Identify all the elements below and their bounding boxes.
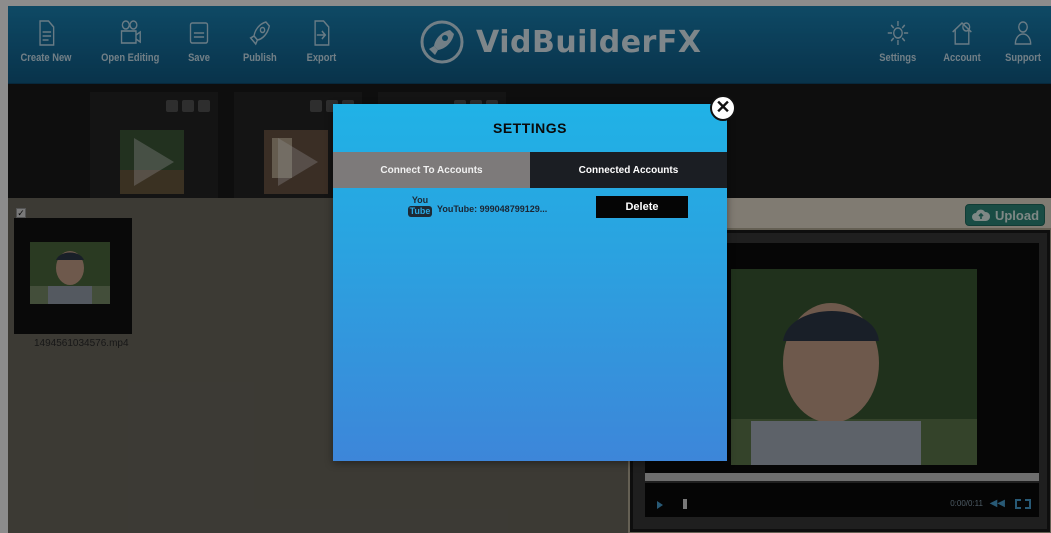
close-icon[interactable]: ✕ xyxy=(710,95,736,121)
youtube-icon: You Tube xyxy=(407,195,433,222)
youtube-icon-top: You xyxy=(411,195,429,205)
youtube-account-label: YouTube: 999048799129... xyxy=(437,204,548,214)
connected-account-row: You Tube YouTube: 999048799129... xyxy=(407,195,548,222)
delete-account-button[interactable]: Delete xyxy=(596,196,688,218)
settings-tabs: Connect To Accounts Connected Accounts xyxy=(333,152,727,188)
settings-modal: SETTINGS ✕ Connect To Accounts Connected… xyxy=(333,95,736,461)
settings-title: SETTINGS xyxy=(492,120,567,136)
tab-connect-to-accounts[interactable]: Connect To Accounts xyxy=(333,152,530,188)
youtube-icon-bottom: Tube xyxy=(407,206,433,217)
tab-connected-accounts[interactable]: Connected Accounts xyxy=(530,152,727,188)
